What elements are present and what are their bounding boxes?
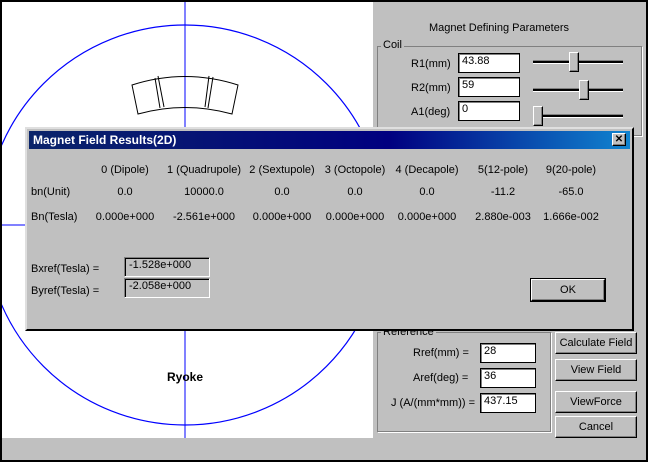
byref-label: Byref(Tesla) = [31, 285, 100, 297]
rref-input[interactable]: 28 [480, 343, 536, 363]
status-strip [2, 438, 646, 460]
table-cell: 0.0 [419, 186, 435, 198]
column-header: 9(20-pole) [545, 164, 597, 176]
ok-button[interactable]: OK [530, 278, 606, 302]
table-cell: 0.000e+000 [325, 211, 385, 223]
table-cell: 0.000e+000 [252, 211, 312, 223]
view-field-button[interactable]: View Field [555, 359, 637, 381]
table-cell: 0.0 [274, 186, 290, 198]
column-header: 1 (Quadrupole) [167, 164, 241, 176]
column-header: 2 (Sextupole) [249, 164, 315, 176]
table-cell: -2.561e+000 [172, 211, 236, 223]
calculate-field-button[interactable]: Calculate Field [555, 332, 637, 354]
r1-input[interactable]: 43.88 [458, 53, 520, 73]
r1-slider-thumb[interactable] [569, 52, 579, 72]
table-cell: 0.0 [347, 186, 363, 198]
dialog-titlebar[interactable]: Magnet Field Results(2D) ✕ [29, 131, 630, 149]
table-cell: 1.666e-002 [543, 211, 599, 223]
coil-group-label: Coil [381, 39, 404, 51]
dialog-title: Magnet Field Results(2D) [33, 133, 177, 147]
yoke-label: Ryoke [167, 370, 204, 384]
bxref-value: -1.528e+000 [124, 257, 210, 277]
a1-label: A1(deg) [411, 106, 451, 118]
column-header: 3 (Octopole) [324, 164, 386, 176]
panel-title: Magnet Defining Parameters [429, 22, 570, 34]
row-label-Bn: Bn(Tesla) [31, 211, 78, 223]
table-cell: 0.0 [117, 186, 133, 198]
r2-input[interactable]: 59 [458, 77, 520, 97]
byref-value: -2.058e+000 [124, 278, 210, 298]
r1-label: R1(mm) [411, 58, 451, 70]
current-density-label: J (A/(mm*mm)) = [391, 397, 476, 409]
table-cell: -65.0 [558, 186, 584, 198]
a1-input[interactable]: 0 [458, 101, 520, 121]
a1-slider-thumb[interactable] [533, 106, 543, 126]
row-label-bn: bn(Unit) [31, 186, 71, 198]
current-density-input[interactable]: 437.15 [480, 393, 536, 413]
field-results-dialog: Magnet Field Results(2D) ✕ 0 (Dipole) 1 … [25, 127, 634, 331]
cancel-button[interactable]: Cancel [555, 416, 637, 438]
view-force-button[interactable]: ViewForce [555, 391, 637, 413]
r2-slider-thumb[interactable] [579, 80, 589, 100]
column-header: 4 (Decapole) [395, 164, 459, 176]
table-cell: 0.000e+000 [397, 211, 457, 223]
table-cell: 0.000e+000 [95, 211, 155, 223]
aref-input[interactable]: 36 [480, 368, 536, 388]
table-cell: 10000.0 [184, 186, 224, 198]
aref-label: Aref(deg) = [413, 372, 469, 384]
close-icon[interactable]: ✕ [612, 133, 626, 146]
column-header: 0 (Dipole) [101, 164, 149, 176]
bxref-label: Bxref(Tesla) = [31, 263, 100, 275]
r1-slider[interactable] [533, 52, 623, 78]
rref-label: Rref(mm) = [413, 347, 469, 359]
r2-label: R2(mm) [411, 82, 451, 94]
r2-slider[interactable] [533, 80, 623, 106]
